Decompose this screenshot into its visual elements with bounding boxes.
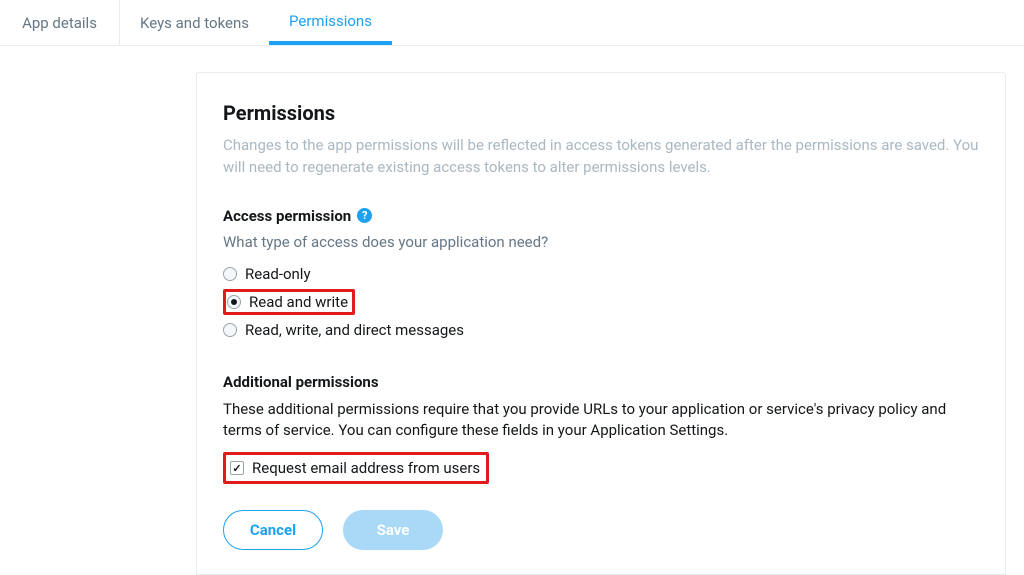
tab-keys-tokens[interactable]: Keys and tokens	[120, 0, 269, 45]
action-buttons: Cancel Save	[223, 510, 981, 550]
page-description: Changes to the app permissions will be r…	[223, 135, 981, 179]
page-title: Permissions	[223, 101, 981, 125]
option-label: Read and write	[249, 293, 348, 311]
option-label: Read, write, and direct messages	[245, 321, 464, 339]
radio-icon	[223, 267, 237, 281]
checkbox-icon[interactable]	[230, 461, 244, 475]
tab-label: Keys and tokens	[140, 14, 249, 32]
access-option-read-write[interactable]: Read and write	[227, 293, 348, 311]
save-button[interactable]: Save	[343, 510, 443, 550]
tabs-bar: App details Keys and tokens Permissions	[0, 0, 1024, 46]
access-question: What type of access does your applicatio…	[223, 233, 981, 251]
access-option-read-only[interactable]: Read-only	[223, 261, 981, 287]
additional-permissions-group: Additional permissions These additional …	[223, 373, 981, 485]
permissions-panel: Permissions Changes to the app permissio…	[196, 72, 1006, 575]
access-option-read-write-highlight: Read and write	[223, 289, 355, 315]
request-email-highlight: Request email address from users	[223, 452, 489, 484]
access-heading-row: Access permission ?	[223, 207, 981, 225]
button-label: Cancel	[250, 521, 296, 539]
tab-label: App details	[22, 14, 97, 32]
tab-permissions[interactable]: Permissions	[269, 0, 392, 45]
radio-icon	[223, 323, 237, 337]
cancel-button[interactable]: Cancel	[223, 510, 323, 550]
access-permission-group: Access permission ? What type of access …	[223, 207, 981, 343]
access-heading: Access permission	[223, 207, 351, 225]
help-icon[interactable]: ?	[357, 208, 372, 223]
button-label: Save	[377, 521, 410, 539]
tab-label: Permissions	[289, 12, 372, 30]
option-label: Read-only	[245, 265, 311, 283]
additional-description: These additional permissions require tha…	[223, 399, 981, 443]
radio-icon	[227, 295, 241, 309]
additional-heading: Additional permissions	[223, 373, 981, 391]
access-option-read-write-dm[interactable]: Read, write, and direct messages	[223, 317, 981, 343]
tab-app-details[interactable]: App details	[0, 0, 120, 45]
checkbox-label: Request email address from users	[252, 459, 480, 477]
